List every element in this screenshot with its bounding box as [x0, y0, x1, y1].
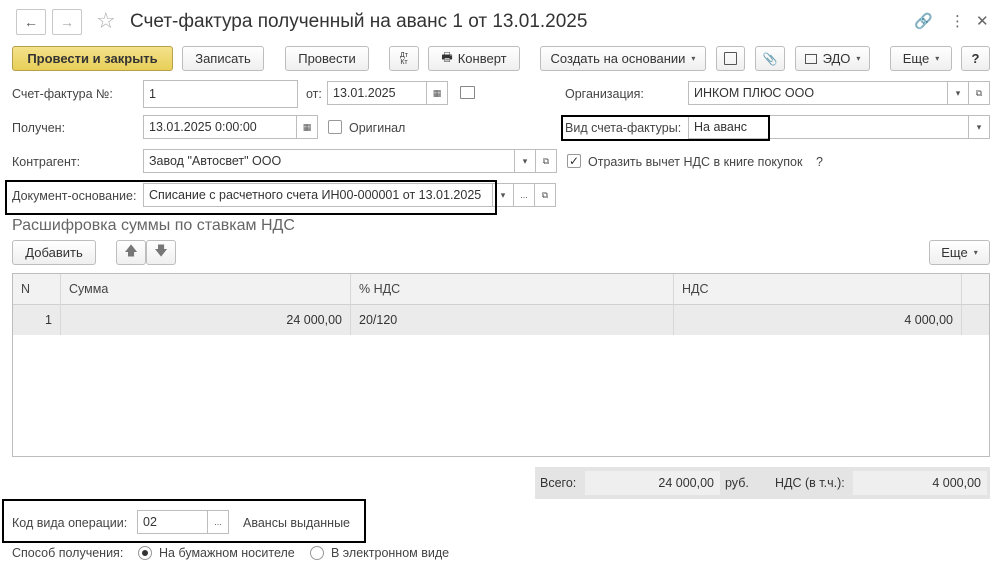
invoice-number-label: Счет-фактура №: — [12, 87, 113, 101]
dt-label: Дт — [400, 51, 408, 59]
base-document-highlight — [5, 180, 497, 215]
vat-table: N Сумма % НДС НДС 1 24 000,00 20/120 4 0… — [12, 273, 990, 457]
more-label: Еще — [902, 51, 930, 66]
more-vertical-icon[interactable]: ⋮ — [950, 12, 965, 30]
original-checkbox[interactable] — [328, 120, 342, 134]
window-title: Счет-фактура полученный на аванс 1 от 13… — [130, 11, 588, 32]
chevron-down-icon: ▾ — [935, 54, 940, 63]
cell-n[interactable]: 1 — [13, 305, 61, 335]
reflect-vat-label: Отразить вычет НДС в книге покупок — [588, 155, 803, 169]
back-button[interactable]: ← — [16, 9, 46, 35]
open-icon[interactable]: ⧉ — [534, 183, 556, 207]
save-button[interactable]: Записать — [182, 46, 264, 71]
arrow-down-icon: 🡇 — [154, 242, 168, 258]
from-label: от: — [306, 87, 322, 101]
arrow-up-icon: 🡅 — [124, 242, 138, 258]
history-icon[interactable] — [460, 86, 475, 99]
column-header-rate[interactable]: % НДС — [351, 274, 674, 305]
receipt-method-label: Способ получения: — [12, 546, 124, 560]
post-button[interactable]: Провести — [285, 46, 369, 71]
structure-icon — [724, 52, 737, 65]
edo-button[interactable]: ЭДО ▾ — [795, 46, 870, 71]
currency-label: руб. — [725, 476, 749, 490]
reflect-vat-checkbox[interactable]: ✓ — [567, 154, 581, 168]
envelope-label: Конверт — [457, 51, 507, 66]
help-button[interactable]: ? — [961, 46, 990, 71]
received-field[interactable]: 13.01.2025 0:00:00 — [143, 115, 297, 139]
original-label: Оригинал — [349, 121, 406, 135]
edo-icon — [804, 53, 817, 64]
calendar-icon[interactable]: ▦ — [426, 81, 448, 105]
cell-sum[interactable]: 24 000,00 — [61, 305, 351, 335]
attach-button[interactable]: 📎 — [755, 46, 785, 71]
check-icon: ✓ — [568, 154, 580, 168]
organization-field[interactable]: ИНКОМ ПЛЮС ООО — [688, 81, 948, 105]
chevron-down-icon[interactable]: ▾ — [514, 149, 536, 173]
column-header-sum[interactable]: Сумма — [61, 274, 351, 305]
vat-total-label: НДС (в т.ч.): — [775, 476, 845, 490]
ellipsis-button[interactable]: ... — [513, 183, 535, 207]
forward-button[interactable]: → — [52, 9, 82, 35]
chevron-down-icon[interactable]: ▾ — [968, 115, 990, 139]
organization-label: Организация: — [565, 87, 644, 101]
electronic-label: В электронном виде — [331, 546, 450, 560]
add-button[interactable]: Добавить — [12, 240, 96, 265]
chevron-down-icon: ▾ — [691, 54, 696, 63]
invoice-type-highlight — [561, 115, 770, 141]
envelope-button[interactable]: 🖶 Конверт — [428, 46, 520, 71]
cell-vat[interactable]: 4 000,00 — [674, 305, 962, 335]
kt-label: Кт — [400, 58, 408, 66]
create-based-label: Создать на основании — [550, 51, 686, 66]
favorite-star-icon[interactable]: ☆ — [96, 8, 116, 34]
calendar-icon[interactable]: ▦ — [296, 115, 318, 139]
section-title: Расшифровка суммы по ставкам НДС — [12, 217, 295, 234]
close-icon[interactable]: ✕ — [976, 12, 989, 30]
link-icon[interactable]: 🔗 — [914, 12, 933, 30]
column-header-vat[interactable]: НДС — [674, 274, 962, 305]
arrow-left-icon: ← — [24, 14, 38, 30]
chevron-down-icon: ▾ — [973, 248, 978, 257]
total-value: 24 000,00 — [585, 471, 720, 495]
total-label: Всего: — [540, 476, 577, 490]
cell-rate[interactable]: 20/120 — [351, 305, 674, 335]
edo-label: ЭДО — [822, 51, 851, 66]
electronic-radio[interactable] — [310, 546, 324, 560]
paper-radio[interactable] — [138, 546, 152, 560]
more-button[interactable]: Еще ▾ — [890, 46, 952, 71]
counterparty-label: Контрагент: — [12, 155, 81, 169]
create-based-button[interactable]: Создать на основании ▾ — [540, 46, 706, 71]
help-icon[interactable]: ? — [816, 155, 823, 169]
table-more-label: Еще — [941, 245, 968, 260]
chevron-down-icon[interactable]: ▾ — [947, 81, 969, 105]
table-header: N Сумма % НДС НДС — [13, 274, 989, 305]
structure-button[interactable] — [716, 46, 745, 71]
open-icon[interactable]: ⧉ — [968, 81, 990, 105]
column-header-n[interactable]: N — [13, 274, 61, 305]
chevron-down-icon: ▾ — [856, 54, 861, 63]
print-icon: 🖶 — [441, 50, 453, 64]
op-code-highlight — [2, 499, 366, 543]
dtkt-button[interactable]: Дт Кт — [389, 46, 419, 71]
received-label: Получен: — [12, 121, 66, 135]
open-icon[interactable]: ⧉ — [535, 149, 557, 173]
counterparty-field[interactable]: Завод "Автосвет" ООО — [143, 149, 515, 173]
date-field[interactable]: 13.01.2025 — [327, 81, 427, 105]
table-more-button[interactable]: Еще ▾ — [929, 240, 990, 265]
move-up-button[interactable]: 🡅 — [116, 240, 146, 265]
move-down-button[interactable]: 🡇 — [146, 240, 176, 265]
totals-bar: Всего: 24 000,00 руб. НДС (в т.ч.): 4 00… — [535, 467, 990, 499]
vat-total-value: 4 000,00 — [853, 471, 987, 495]
table-row[interactable]: 1 24 000,00 20/120 4 000,00 — [13, 305, 989, 335]
invoice-number-field[interactable]: 1 — [143, 80, 298, 108]
paper-label: На бумажном носителе — [159, 546, 295, 560]
paperclip-icon: 📎 — [762, 51, 778, 66]
arrow-right-icon: → — [60, 14, 74, 30]
post-and-close-button[interactable]: Провести и закрыть — [12, 46, 173, 71]
